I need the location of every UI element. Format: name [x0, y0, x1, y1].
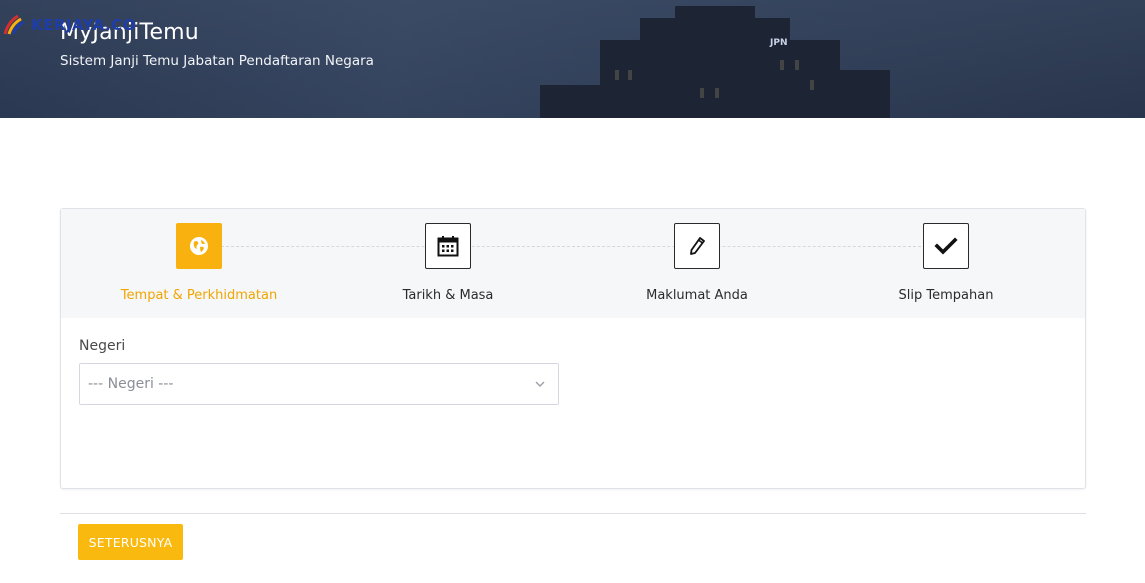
pencil-icon: [690, 237, 705, 255]
step-icon-box: [674, 223, 720, 269]
step-icon-box: [923, 223, 969, 269]
step-slip-tempahan[interactable]: Slip Tempahan: [821, 209, 1071, 318]
watermark: KERJAYA.CO: [2, 12, 136, 38]
step-icon-box: [425, 223, 471, 269]
watermark-logo-icon: [3, 14, 25, 35]
step-tempat-perkhidmatan[interactable]: Tempat & Perkhidmatan: [74, 209, 324, 318]
negeri-select-value: --- Negeri ---: [88, 376, 174, 392]
watermark-text: KERJAYA.CO: [31, 16, 136, 34]
page-subtitle: Sistem Janji Temu Jabatan Pendaftaran Ne…: [60, 53, 374, 69]
steps-bar: Tempat & Perkhidmatan Tarikh & Masa Makl…: [61, 209, 1085, 318]
building-sign: JPN: [770, 38, 788, 48]
negeri-label: Negeri: [79, 338, 126, 354]
checkmark-icon: [934, 237, 958, 255]
step-label: Slip Tempahan: [898, 288, 994, 303]
step-tarikh-masa[interactable]: Tarikh & Masa: [323, 209, 573, 318]
footer-divider: [60, 513, 1086, 514]
booking-wizard-card: Tempat & Perkhidmatan Tarikh & Masa Makl…: [60, 208, 1086, 489]
calendar-icon: [437, 236, 459, 257]
step-maklumat-anda[interactable]: Maklumat Anda: [572, 209, 822, 318]
next-button[interactable]: SETERUSNYA: [78, 524, 183, 560]
chevron-down-icon: [535, 381, 545, 387]
step-label: Tempat & Perkhidmatan: [120, 288, 278, 303]
header-banner: JPN MyJanjiTemu Sistem Janji Temu Jabata…: [0, 0, 1145, 118]
step-label: Maklumat Anda: [646, 288, 748, 303]
building-illustration: [600, 40, 840, 118]
globe-icon: [190, 237, 208, 255]
step-label: Tarikh & Masa: [402, 288, 494, 303]
negeri-select[interactable]: --- Negeri ---: [79, 363, 559, 405]
step-icon-box: [176, 223, 222, 269]
